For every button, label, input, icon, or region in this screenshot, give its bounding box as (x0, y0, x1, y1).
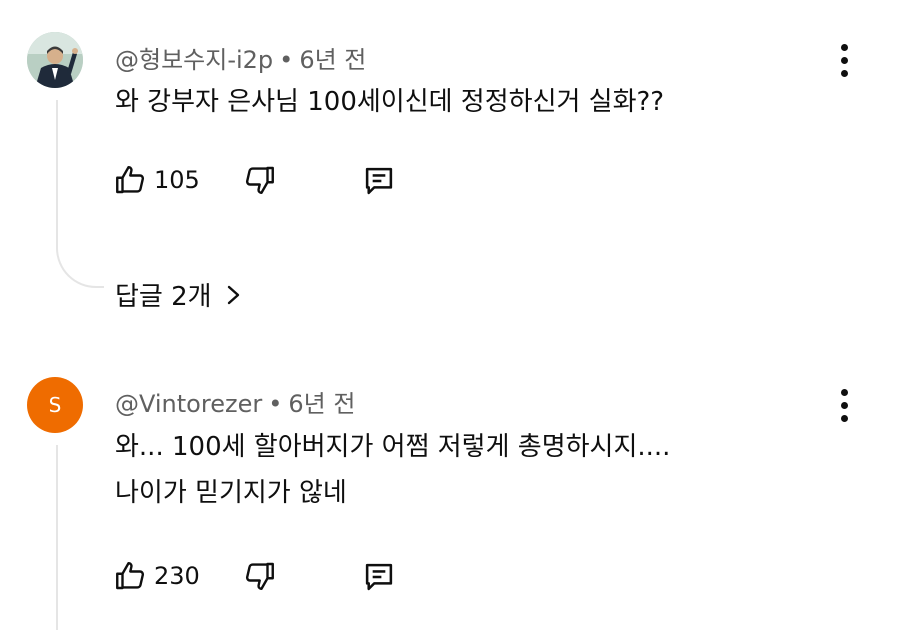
reply-button[interactable] (360, 558, 398, 596)
thumb-up-icon (116, 562, 145, 590)
avatar-letter: S (48, 393, 62, 417)
avatar[interactable] (27, 32, 83, 88)
comment-meta: @형보수지-i2p • 6년 전 (115, 40, 366, 75)
reply-button[interactable] (360, 162, 398, 200)
dislike-button[interactable] (242, 558, 278, 594)
more-vert-icon[interactable] (830, 40, 858, 80)
thumb-down-icon (245, 562, 274, 590)
comment-text-line: 와 강부자 은사님 100세이신데 정정하신거 실화?? (115, 87, 665, 117)
like-button[interactable]: 105 (112, 162, 200, 198)
comment-author[interactable]: @Vintorezer (115, 390, 262, 418)
like-count: 105 (154, 166, 200, 194)
reply-icon (365, 167, 393, 195)
more-vert-icon[interactable] (830, 385, 858, 425)
reply-icon (365, 563, 393, 591)
chevron-right-icon (227, 285, 239, 304)
comment-text-line: 나이가 믿기지가 않네 (115, 478, 347, 508)
comment-text-line: 와... 100세 할아버지가 어쩜 저렇게 총명하시지.... (115, 432, 671, 462)
comment-text: 와... 100세 할아버지가 어쩜 저렇게 총명하시지.... 나이가 믿기지… (115, 428, 670, 512)
dislike-button[interactable] (242, 162, 278, 198)
comment-meta: @Vintorezer • 6년 전 (115, 384, 355, 419)
comment-time: 6년 전 (299, 46, 367, 74)
comment-time: 6년 전 (288, 390, 356, 418)
avatar-photo-icon (27, 32, 83, 88)
thread-line (56, 445, 58, 630)
comment-text: 와 강부자 은사님 100세이신데 정정하신거 실화?? (115, 83, 664, 121)
separator-dot: • (268, 390, 283, 418)
avatar[interactable]: S (27, 377, 83, 433)
like-count: 230 (154, 562, 200, 590)
like-button[interactable]: 230 (112, 558, 200, 594)
thumb-down-icon (245, 166, 274, 194)
separator-dot: • (279, 46, 294, 74)
thumb-up-icon (116, 166, 145, 194)
comment-author[interactable]: @형보수지-i2p (115, 46, 273, 74)
reply-thread-line (56, 100, 104, 288)
view-replies-button[interactable]: 답글 2개 (115, 276, 242, 313)
replies-label: 답글 2개 (115, 282, 212, 312)
